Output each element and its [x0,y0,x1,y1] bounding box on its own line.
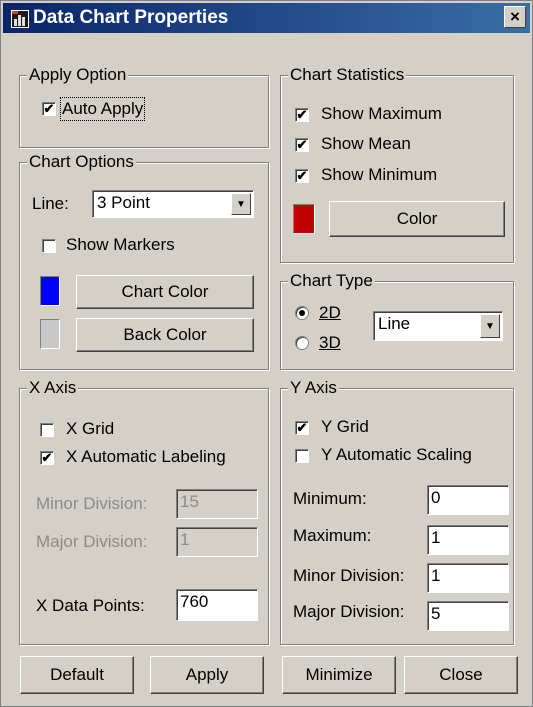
check-mark-icon: ✔ [296,168,308,183]
radio-3d-label[interactable]: 3D [319,333,341,353]
check-mark-icon: ✔ [41,450,53,465]
chart-options-legend: Chart Options [27,151,136,172]
show-markers-label[interactable]: Show Markers [66,235,175,255]
apply-option-legend: Apply Option [27,64,129,85]
y-major-division-label: Major Division: [293,602,405,621]
x-minor-division-label: Minor Division: [36,494,148,513]
radio-3d[interactable] [295,336,309,350]
auto-apply-label[interactable]: Auto Apply [59,97,146,121]
x-major-division-label: Major Division: [36,532,148,551]
line-label: Line: [32,194,69,213]
line-select-value: 3 Point [97,193,150,212]
minimize-button[interactable]: Minimize [282,656,396,694]
x-grid-label[interactable]: X Grid [66,419,114,439]
y-minimum-input[interactable]: 0 [427,485,509,515]
show-mean-checkbox[interactable]: ✔ [295,138,309,152]
chart-statistics-group: Chart Statistics ✔ Show Maximum ✔ Show M… [280,64,514,263]
chart-color-button[interactable]: Chart Color [76,275,254,309]
statistics-color-button-label: Color [396,209,438,228]
show-markers-checkbox[interactable] [42,239,56,253]
x-axis-group: X Axis X Grid ✔ X Automatic Labeling Min… [19,377,269,645]
chart-statistics-legend: Chart Statistics [288,64,407,85]
show-mean-label[interactable]: Show Mean [321,134,411,154]
minimize-button-label: Minimize [305,665,373,684]
statistics-color-button[interactable]: Color [329,201,505,237]
back-color-swatch [40,319,60,349]
x-data-points-input[interactable]: 760 [176,589,258,621]
x-auto-labeling-checkbox[interactable]: ✔ [40,451,54,465]
window-title: Data Chart Properties [33,7,229,28]
back-color-button[interactable]: Back Color [76,318,254,352]
show-minimum-checkbox[interactable]: ✔ [295,169,309,183]
close-button-label: Close [439,665,483,684]
y-minor-division-input[interactable]: 1 [427,563,509,593]
x-minor-division-input[interactable]: 15 [176,489,258,519]
back-color-button-label: Back Color [123,325,207,344]
y-auto-scaling-label[interactable]: Y Automatic Scaling [321,445,472,465]
y-axis-group: Y Axis ✔ Y Grid Y Automatic Scaling Mini… [280,377,514,645]
show-maximum-checkbox[interactable]: ✔ [295,108,309,122]
chart-type-legend: Chart Type [288,270,375,291]
chart-type-select-value: Line [378,314,411,333]
default-button[interactable]: Default [20,656,134,694]
chart-color-swatch [40,276,60,306]
y-maximum-input[interactable]: 1 [427,525,509,555]
apply-button[interactable]: Apply [150,656,264,694]
apply-option-group: Apply Option ✔ Auto Apply [19,64,269,148]
close-icon[interactable]: × [504,6,526,28]
chart-type-group: Chart Type 2D 3D Line ▼ [280,270,514,370]
check-mark-icon: ✔ [43,101,55,116]
chart-app-icon [11,10,29,28]
show-maximum-label[interactable]: Show Maximum [321,104,442,124]
check-mark-icon: ✔ [296,420,308,435]
auto-apply-checkbox[interactable]: ✔ [42,102,56,116]
y-minimum-label: Minimum: [293,489,367,508]
y-auto-scaling-checkbox[interactable] [295,449,309,463]
radio-2d-label[interactable]: 2D [319,303,341,323]
y-axis-legend: Y Axis [288,377,339,398]
statistics-color-swatch [293,204,315,234]
y-maximum-label: Maximum: [293,526,372,545]
y-major-division-input[interactable]: 5 [427,601,509,631]
radio-2d[interactable] [295,306,309,320]
close-button[interactable]: Close [404,656,518,694]
check-mark-icon: ✔ [296,137,308,152]
default-button-label: Default [50,665,104,684]
x-auto-labeling-label[interactable]: X Automatic Labeling [66,447,226,467]
close-glyph: × [510,7,520,26]
dialog-window: Data Chart Properties × Apply Option ✔ A… [0,0,533,707]
chart-type-select[interactable]: Line ▼ [373,311,503,341]
y-grid-label[interactable]: Y Grid [321,417,369,437]
y-grid-checkbox[interactable]: ✔ [295,421,309,435]
dropdown-arrow-icon[interactable]: ▼ [480,314,500,338]
x-major-division-input[interactable]: 1 [176,527,258,557]
radio-2d-dot [299,310,305,316]
title-bar[interactable]: Data Chart Properties × [3,3,530,33]
chart-options-group: Chart Options Line: 3 Point ▼ Show Marke… [19,151,269,370]
y-minor-division-label: Minor Division: [293,566,405,585]
check-mark-icon: ✔ [296,107,308,122]
x-grid-checkbox[interactable] [40,423,54,437]
chart-color-button-label: Chart Color [121,282,209,301]
x-data-points-label: X Data Points: [36,596,145,615]
line-select[interactable]: 3 Point ▼ [92,190,254,218]
show-minimum-label[interactable]: Show Minimum [321,165,437,185]
dropdown-arrow-icon[interactable]: ▼ [231,193,251,215]
apply-button-label: Apply [185,665,229,684]
x-axis-legend: X Axis [27,377,79,398]
